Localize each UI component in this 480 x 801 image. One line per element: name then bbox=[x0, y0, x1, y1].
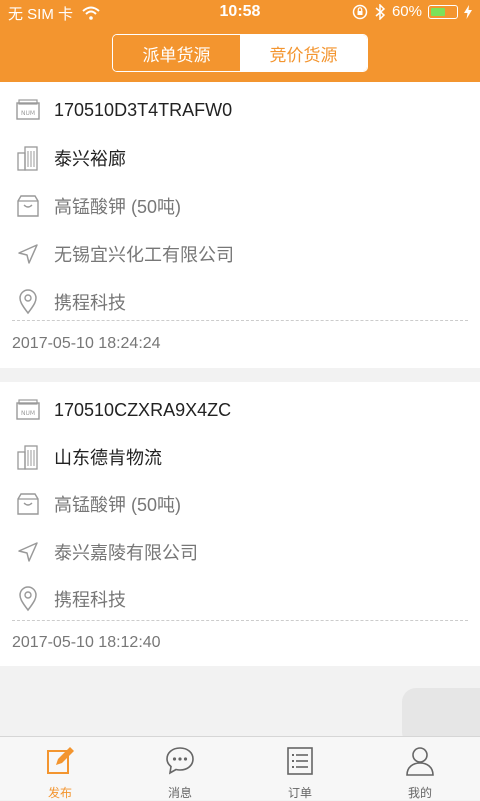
order-code-row: NUM 170510D3T4TRAFW0 bbox=[0, 86, 480, 134]
bottom-tab-bar: 发布 消息 订单 我的 bbox=[0, 736, 480, 800]
tab-dispatch-sources[interactable]: 派单货源 bbox=[113, 35, 240, 71]
origin-name: 携程科技 bbox=[54, 293, 126, 313]
company-row: 泰兴裕廊 bbox=[0, 134, 480, 182]
order-timestamp: 2017-05-10 18:24:24 bbox=[12, 335, 161, 352]
battery-icon bbox=[428, 4, 458, 19]
cargo-box-icon bbox=[17, 195, 39, 217]
rotation-lock-icon bbox=[352, 4, 368, 19]
tab-label: 订单 bbox=[287, 786, 312, 800]
charging-icon bbox=[464, 4, 472, 19]
building-icon bbox=[17, 146, 38, 171]
order-code: 170510CZXRA9X4ZC bbox=[54, 399, 232, 420]
order-number-icon: NUM bbox=[16, 99, 40, 120]
destination-name: 无锡宜兴化工有限公司 bbox=[54, 245, 234, 265]
navigation-arrow-icon bbox=[18, 244, 38, 264]
tab-orders[interactable]: 订单 bbox=[240, 737, 360, 800]
svg-text:NUM: NUM bbox=[21, 410, 35, 417]
source-type-segmented-control: 派单货源 竞价货源 bbox=[112, 34, 368, 72]
order-code: 170510D3T4TRAFW0 bbox=[54, 99, 233, 120]
divider bbox=[12, 620, 468, 621]
cargo-info: 高锰酸钾 (50吨) bbox=[54, 197, 182, 217]
user-icon bbox=[406, 747, 434, 776]
navigation-arrow-icon bbox=[18, 542, 38, 562]
tab-bidding-sources[interactable]: 竞价货源 bbox=[240, 35, 367, 71]
location-pin-icon bbox=[19, 586, 37, 612]
cargo-info: 高锰酸钾 (50吨) bbox=[54, 495, 182, 515]
cargo-box-icon bbox=[17, 493, 39, 515]
list-icon bbox=[287, 747, 313, 775]
bluetooth-icon bbox=[375, 3, 386, 20]
header: 无 SIM 卡 10:58 60% 派单货源 竞价货源 bbox=[0, 0, 480, 82]
tab-profile[interactable]: 我的 bbox=[360, 737, 480, 800]
destination-row: 无锡宜兴化工有限公司 bbox=[0, 230, 480, 278]
battery-percent: 60% bbox=[391, 3, 422, 20]
tab-label: 消息 bbox=[167, 786, 192, 800]
company-row: 山东德肯物流 bbox=[0, 433, 480, 481]
company-name: 泰兴裕廊 bbox=[54, 149, 126, 169]
tab-label: 我的 bbox=[407, 786, 432, 800]
location-pin-icon bbox=[19, 289, 37, 315]
origin-name: 携程科技 bbox=[54, 590, 126, 610]
destination-row: 泰兴嘉陵有限公司 bbox=[0, 528, 480, 576]
cargo-row: 高锰酸钾 (50吨) bbox=[0, 480, 480, 528]
cargo-row: 高锰酸钾 (50吨) bbox=[0, 182, 480, 230]
edit-icon bbox=[47, 747, 74, 774]
order-card[interactable]: NUM 170510CZXRA9X4ZC 山东德肯物流 高锰酸钾 (50吨) 泰… bbox=[0, 382, 480, 666]
destination-name: 泰兴嘉陵有限公司 bbox=[54, 543, 198, 563]
tab-label: 发布 bbox=[47, 786, 72, 800]
company-name: 山东德肯物流 bbox=[54, 448, 162, 468]
divider bbox=[12, 320, 468, 321]
origin-row: 携程科技 bbox=[0, 278, 480, 326]
tab-publish[interactable]: 发布 bbox=[0, 737, 120, 800]
svg-text:NUM: NUM bbox=[21, 110, 35, 117]
order-code-row: NUM 170510CZXRA9X4ZC bbox=[0, 386, 480, 434]
origin-row: 携程科技 bbox=[0, 575, 480, 623]
order-timestamp: 2017-05-10 18:12:40 bbox=[12, 634, 161, 651]
chat-bubble-icon bbox=[166, 747, 194, 775]
tab-messages[interactable]: 消息 bbox=[120, 737, 240, 800]
building-icon bbox=[17, 445, 38, 470]
order-card[interactable]: NUM 170510D3T4TRAFW0 泰兴裕廊 高锰酸钾 (50吨) 无锡宜… bbox=[0, 82, 480, 368]
order-number-icon: NUM bbox=[16, 399, 40, 420]
status-bar: 无 SIM 卡 10:58 60% bbox=[0, 0, 480, 26]
